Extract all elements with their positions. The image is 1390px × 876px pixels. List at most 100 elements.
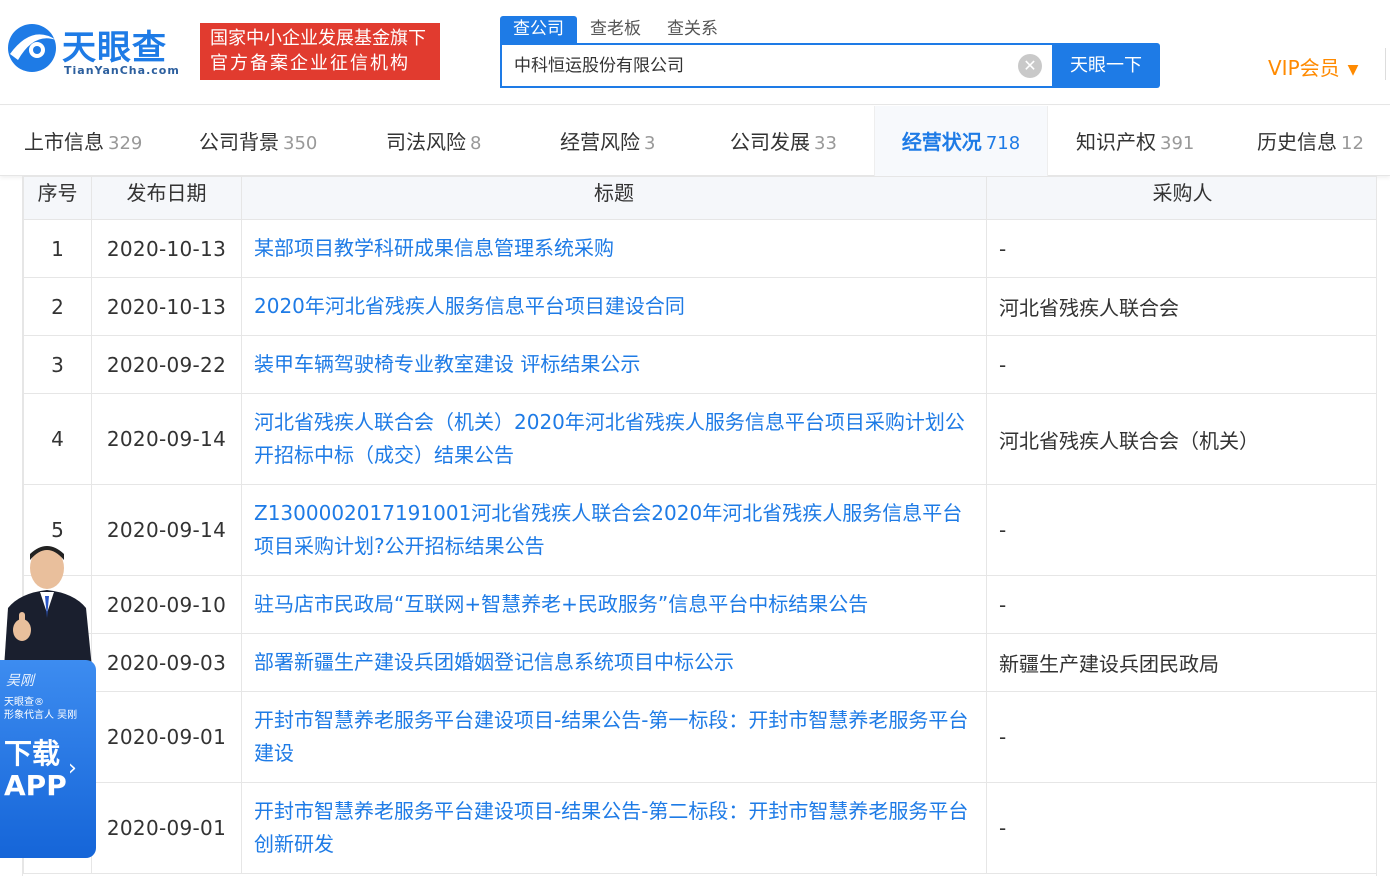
row-buyer: 新疆生产建设兵团民政局 — [986, 633, 1376, 692]
row-title-link[interactable]: Z1300002017191001河北省残疾人联合会2020年河北省残疾人服务信… — [241, 484, 987, 576]
tab-count: 3 — [644, 133, 656, 154]
logo-text: 天眼查 — [62, 28, 167, 68]
tab-label: 上市信息 — [24, 130, 104, 154]
tab-label: 经营状况 — [901, 130, 982, 154]
row-title-link[interactable]: 装甲车辆驾驶椅专业教室建设 评标结果公示 — [241, 335, 987, 394]
download-line-2: APP — [4, 769, 67, 802]
row-title-link[interactable]: 开封市智慧养老服务平台建设项目-结果公告-第二标段：开封市智慧养老服务平台创新研… — [241, 782, 987, 874]
tab-history-info[interactable]: 历史信息 12 — [1257, 106, 1364, 176]
tab-count: 350 — [283, 133, 318, 154]
header-buyer: 采购人 — [986, 176, 1376, 220]
header-title: 标题 — [241, 176, 987, 220]
download-text: 下载 APP — [4, 738, 67, 802]
table-row: 4 2020-09-14 河北省残疾人联合会（机关）2020年河北省残疾人服务信… — [23, 393, 1376, 485]
download-card[interactable]: 吴刚 天眼查® 形象代言人 吴刚 下载 APP › — [0, 660, 96, 858]
row-title-link[interactable]: 河北省残疾人联合会（机关）2020年河北省残疾人服务信息平台项目采购计划公开招标… — [241, 393, 987, 485]
header-date: 发布日期 — [91, 176, 242, 220]
tab-count: 329 — [108, 133, 143, 154]
table-row: 5 2020-09-14 Z1300002017191001河北省残疾人联合会2… — [23, 484, 1376, 576]
row-buyer: - — [986, 219, 1376, 278]
search-tab-company[interactable]: 查公司 — [500, 16, 577, 44]
tab-label: 经营风险 — [560, 130, 640, 154]
eye-logo-icon — [8, 24, 56, 72]
table-row: 2 2020-10-13 2020年河北省残疾人服务信息平台项目建设合同 河北省… — [23, 277, 1376, 336]
bidding-table-container[interactable]: 序号 发布日期 标题 采购人 1 2020-10-13 某部项目教学科研成果信息… — [22, 176, 1377, 876]
certification-badge: 国家中小企业发展基金旗下 官方备案企业征信机构 — [200, 23, 440, 80]
table-row: 9 2020-09-01 开封市智慧养老服务平台建设项目-结果公告-第二标段：开… — [23, 782, 1376, 874]
row-title-link[interactable]: 部署新疆生产建设兵团婚姻登记信息系统项目中标公示 — [241, 633, 987, 692]
tab-company-development[interactable]: 公司发展 33 — [730, 106, 837, 176]
tab-count: 391 — [1160, 133, 1195, 154]
tab-operation-status[interactable]: 经营状况 718 — [874, 106, 1048, 176]
row-index: 2 — [23, 277, 92, 336]
site-logo[interactable]: 天眼查 TianYanCha.com — [0, 18, 190, 82]
search-box: ✕ — [500, 43, 1054, 88]
row-date: 2020-10-13 — [91, 219, 242, 278]
row-index: 1 — [23, 219, 92, 278]
row-date: 2020-09-01 — [91, 782, 242, 874]
tab-judicial-risk[interactable]: 司法风险 8 — [386, 106, 481, 176]
tab-listing-info[interactable]: 上市信息 329 — [24, 106, 142, 176]
tab-operation-risk[interactable]: 经营风险 3 — [560, 106, 655, 176]
ad-brand: 天眼查® 形象代言人 吴刚 — [4, 696, 77, 722]
tab-label: 公司发展 — [730, 130, 810, 154]
row-index: 4 — [23, 393, 92, 485]
tab-intellectual-property[interactable]: 知识产权 391 — [1076, 106, 1194, 176]
tab-label: 司法风险 — [386, 130, 466, 154]
row-buyer: - — [986, 691, 1376, 783]
row-date: 2020-09-14 — [91, 393, 242, 485]
row-date: 2020-09-01 — [91, 691, 242, 783]
search-type-tabs: 查公司 查老板 查关系 — [500, 16, 731, 44]
row-index: 3 — [23, 335, 92, 394]
row-date: 2020-10-13 — [91, 277, 242, 336]
spokesperson-image — [4, 546, 92, 668]
table-header-row: 序号 发布日期 标题 采购人 — [23, 176, 1376, 220]
table-row: 8 2020-09-01 开封市智慧养老服务平台建设项目-结果公告-第一标段：开… — [23, 691, 1376, 783]
caret-down-icon: ▼ — [1347, 61, 1359, 78]
table-row: 1 2020-10-13 某部项目教学科研成果信息管理系统采购 - — [23, 219, 1376, 278]
table-row: 3 2020-09-22 装甲车辆驾驶椅专业教室建设 评标结果公示 - — [23, 335, 1376, 394]
row-buyer: - — [986, 335, 1376, 394]
bidding-table: 序号 发布日期 标题 采购人 1 2020-10-13 某部项目教学科研成果信息… — [23, 176, 1376, 874]
chevron-right-icon: › — [68, 756, 77, 781]
tab-label: 历史信息 — [1257, 130, 1337, 154]
row-buyer: - — [986, 782, 1376, 874]
tab-label: 知识产权 — [1076, 130, 1156, 154]
signature: 吴刚 — [6, 673, 34, 689]
header-index: 序号 — [23, 176, 92, 220]
badge-line-2: 官方备案企业征信机构 — [210, 53, 410, 74]
row-title-link[interactable]: 开封市智慧养老服务平台建设项目-结果公告-第一标段：开封市智慧养老服务平台建设 — [241, 691, 987, 783]
vip-menu[interactable]: VIP会员 ▼ — [1268, 52, 1358, 81]
row-buyer: 河北省残疾人联合会（机关） — [986, 393, 1376, 485]
tab-company-background[interactable]: 公司背景 350 — [199, 106, 317, 176]
tab-count: 718 — [985, 133, 1021, 154]
row-date: 2020-09-10 — [91, 575, 242, 634]
ad-brand-line-1: 天眼查® — [4, 697, 44, 708]
search-input[interactable] — [514, 53, 1004, 73]
row-title-link[interactable]: 某部项目教学科研成果信息管理系统采购 — [241, 219, 987, 278]
search-tab-relation[interactable]: 查关系 — [654, 16, 731, 44]
row-date: 2020-09-03 — [91, 633, 242, 692]
download-line-1: 下载 — [4, 737, 61, 770]
table-row: 7 2020-09-03 部署新疆生产建设兵团婚姻登记信息系统项目中标公示 新疆… — [23, 633, 1376, 692]
tab-count: 12 — [1341, 133, 1364, 154]
row-title-link[interactable]: 驻马店市民政局“互联网+智慧养老+民政服务”信息平台中标结果公告 — [241, 575, 987, 634]
clear-icon[interactable]: ✕ — [1018, 54, 1042, 78]
badge-line-1: 国家中小企业发展基金旗下 — [210, 28, 426, 49]
row-buyer: - — [986, 575, 1376, 634]
search-button[interactable]: 天眼一下 — [1052, 43, 1160, 88]
search-tab-boss[interactable]: 查老板 — [577, 16, 654, 44]
row-date: 2020-09-22 — [91, 335, 242, 394]
tab-count: 33 — [814, 133, 837, 154]
download-app-ad[interactable]: 吴刚 天眼查® 形象代言人 吴刚 下载 APP › — [0, 538, 100, 858]
row-buyer: 河北省残疾人联合会 — [986, 277, 1376, 336]
section-tabs: 上市信息 329 公司背景 350 司法风险 8 经营风险 3 公司发展 33 经营状况 7… — [0, 106, 1390, 176]
row-date: 2020-09-14 — [91, 484, 242, 576]
vip-label: VIP会员 — [1268, 56, 1340, 80]
row-title-link[interactable]: 2020年河北省残疾人服务信息平台项目建设合同 — [241, 277, 987, 336]
logo-subtext: TianYanCha.com — [64, 64, 180, 77]
tab-label: 公司背景 — [199, 130, 279, 154]
divider — [1385, 48, 1386, 80]
row-buyer: - — [986, 484, 1376, 576]
table-row: 6 2020-09-10 驻马店市民政局“互联网+智慧养老+民政服务”信息平台中… — [23, 575, 1376, 634]
